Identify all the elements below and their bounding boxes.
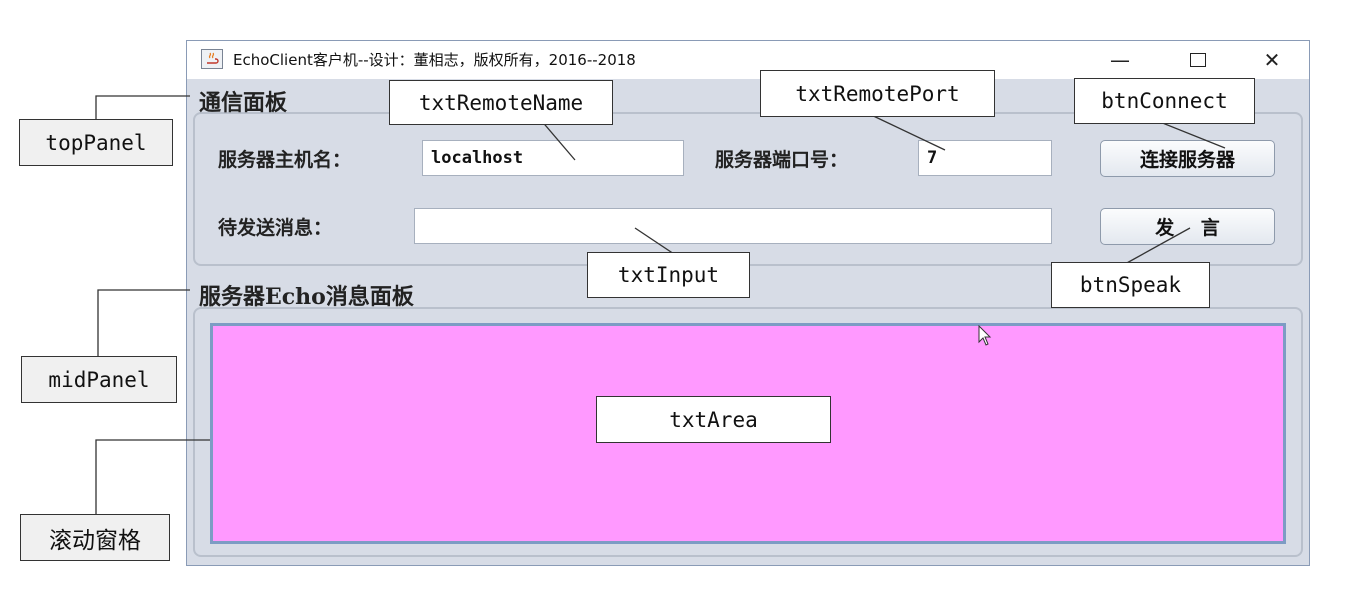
annotation-mid-panel: midPanel (21, 356, 177, 403)
remote-port-value: 7 (927, 148, 938, 168)
message-input[interactable] (414, 208, 1052, 244)
annotation-btn-connect: btnConnect (1074, 78, 1255, 124)
annotation-txt-area: txtArea (596, 396, 831, 443)
annotation-btn-speak: btnSpeak (1051, 262, 1210, 308)
minimize-button[interactable]: — (1094, 44, 1146, 76)
minimize-icon: — (1110, 48, 1130, 72)
annotation-txt-input: txtInput (587, 252, 750, 298)
annotation-top-panel: topPanel (19, 119, 173, 166)
java-app-icon (201, 49, 223, 69)
speak-button[interactable]: 发 言 (1100, 208, 1275, 245)
mid-panel-heading: 服务器Echo消息面板 (199, 284, 414, 310)
port-label: 服务器端口号： (715, 149, 849, 171)
message-label: 待发送消息： (218, 217, 333, 239)
close-icon: ✕ (1263, 48, 1281, 72)
remote-name-input[interactable]: localhost (422, 140, 684, 176)
maximize-icon (1190, 53, 1206, 67)
top-panel-heading: 通信面板 (199, 90, 288, 116)
remote-name-value: localhost (431, 148, 524, 168)
remote-port-input[interactable]: 7 (918, 140, 1052, 176)
connect-button[interactable]: 连接服务器 (1100, 140, 1275, 177)
close-button[interactable]: ✕ (1246, 44, 1298, 76)
mouse-pointer-icon (978, 325, 992, 346)
maximize-button[interactable] (1172, 44, 1224, 76)
host-label: 服务器主机名： (218, 149, 352, 171)
annotation-scroll-pane: 滚动窗格 (20, 514, 170, 561)
annotation-txt-remote-port: txtRemotePort (760, 70, 995, 117)
window-title: EchoClient客户机--设计：董相志，版权所有，2016--2018 (233, 51, 636, 69)
annotation-txt-remote-name: txtRemoteName (389, 80, 613, 125)
